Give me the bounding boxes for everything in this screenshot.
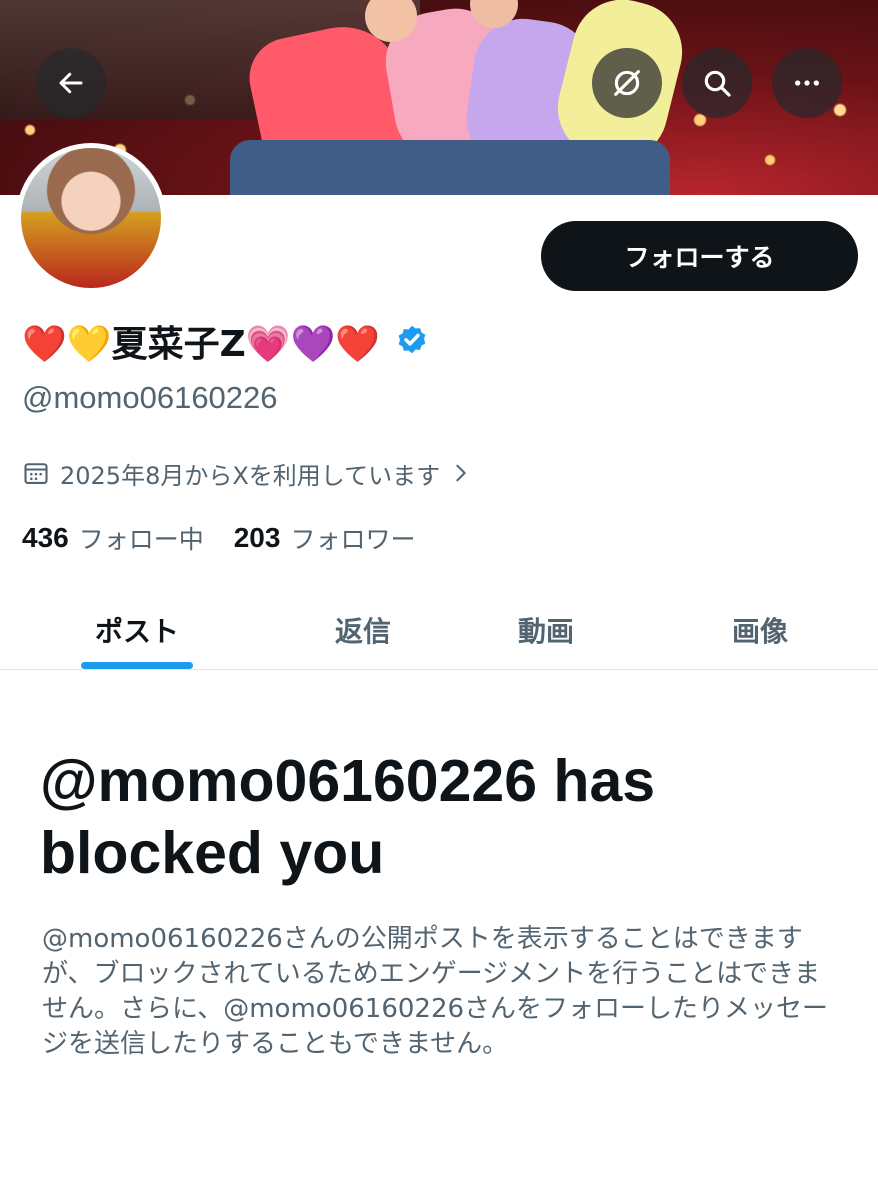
joined-text: 2025年8月からXを利用しています <box>60 461 441 490</box>
followers-link[interactable]: 203 フォロワー <box>234 520 446 556</box>
verified-badge-icon[interactable] <box>394 323 430 359</box>
following-label: フォロー中 <box>78 525 204 554</box>
blocked-message: @momo06160226さんの公開ポストを表示することはできますが、ブロックさ… <box>42 924 829 1059</box>
more-icon <box>795 80 819 86</box>
back-button[interactable] <box>36 48 106 118</box>
banner-detail <box>230 140 670 195</box>
tab-posts[interactable]: ポスト <box>57 590 217 669</box>
following-count: 436 <box>22 522 69 553</box>
grok-icon <box>614 70 640 96</box>
search-button[interactable] <box>682 48 752 118</box>
more-button[interactable] <box>772 48 842 118</box>
following-link[interactable]: 436 フォロー中 <box>22 520 234 556</box>
display-name-text: ❤️💛夏菜子Z💗💜❤️ <box>22 324 381 365</box>
grok-button[interactable] <box>592 48 662 118</box>
followers-count: 203 <box>233 522 281 553</box>
followers-label: フォロワー <box>290 525 416 554</box>
tab-videos[interactable]: 動画 <box>466 590 626 669</box>
display-name: ❤️💛夏菜子Z💗💜❤️ <box>22 314 430 368</box>
follow-button[interactable]: フォローする <box>541 221 858 291</box>
avatar[interactable] <box>16 143 166 293</box>
search-icon <box>704 70 731 97</box>
tab-images[interactable]: 画像 <box>680 590 840 669</box>
profile-handle: @momo06160226 <box>22 380 278 415</box>
follow-stats: 436 フォロー中 203 フォロワー <box>22 520 445 556</box>
blocked-title: @momo06160226 has blocked you <box>40 748 656 886</box>
profile-tabs: ポスト 返信 動画 画像 <box>0 590 878 670</box>
arrow-left-icon <box>59 72 83 94</box>
calendar-icon <box>24 463 48 484</box>
active-tab-indicator <box>81 662 193 669</box>
joined-date-row[interactable]: 2025年8月からXを利用しています <box>22 455 472 491</box>
tab-replies[interactable]: 返信 <box>283 590 443 669</box>
chevron-right-icon <box>456 464 466 482</box>
